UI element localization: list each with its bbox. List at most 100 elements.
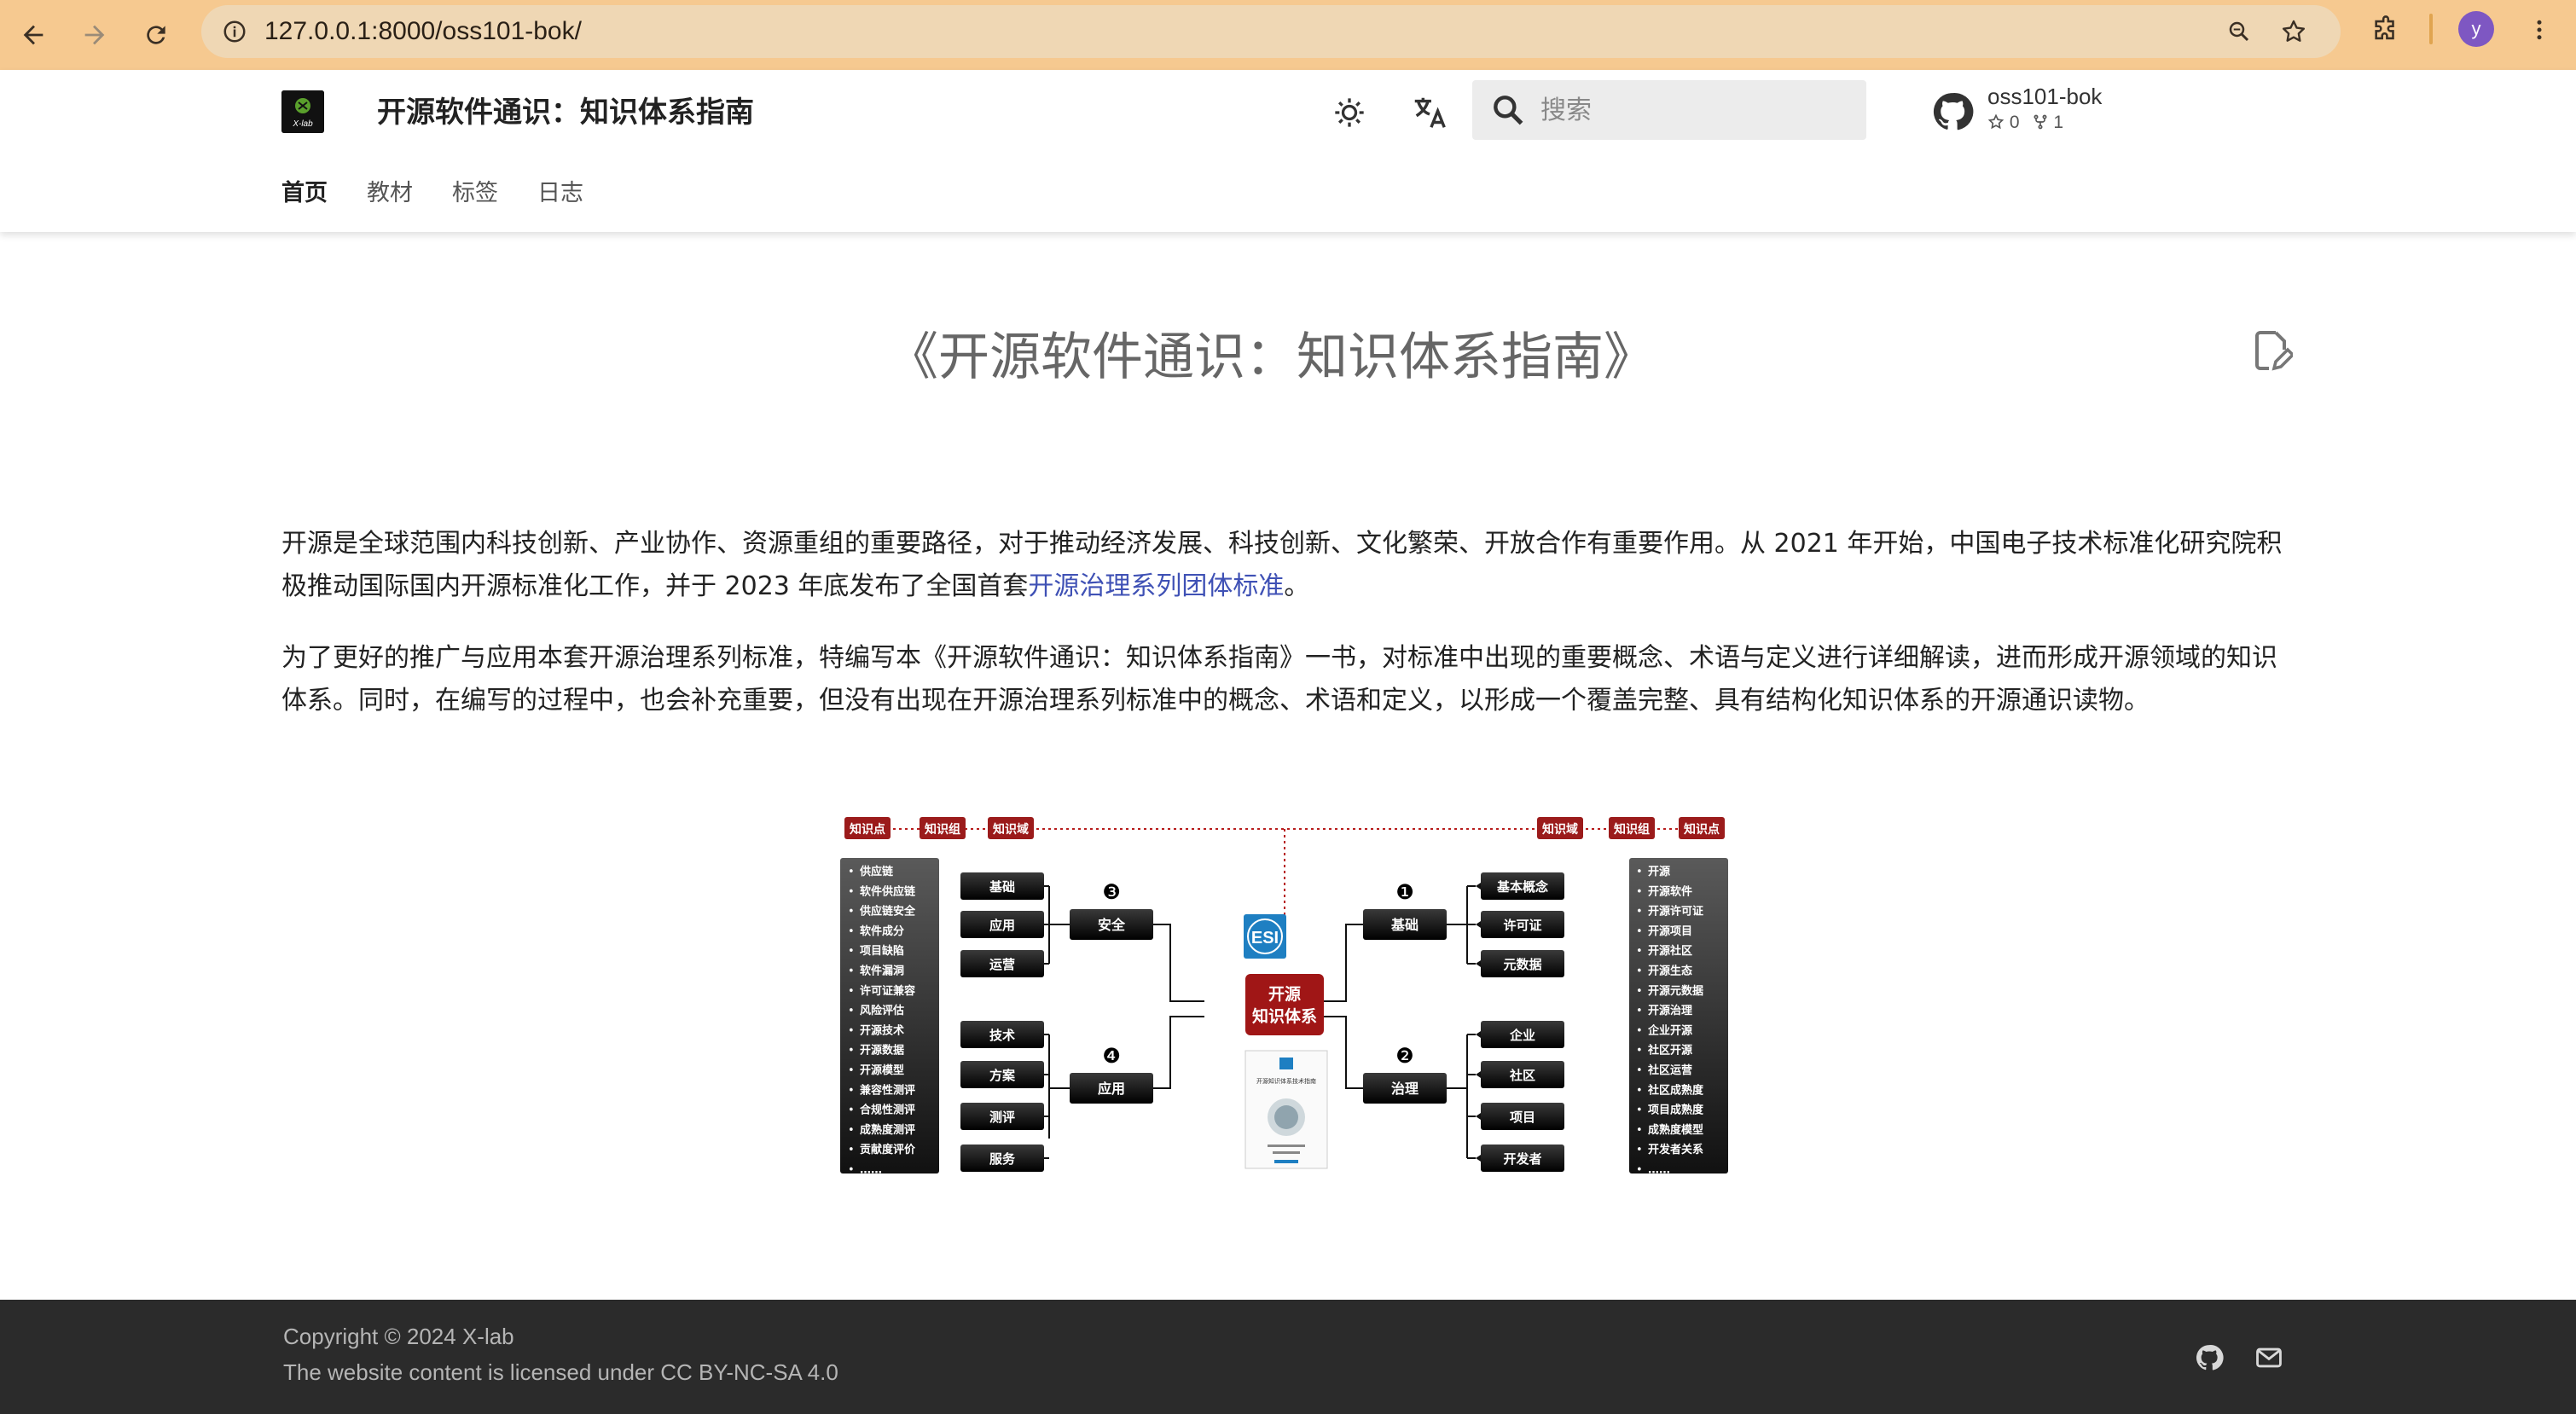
knowledge-point-bullet: •	[848, 1005, 855, 1017]
language-button[interactable]	[1404, 87, 1455, 138]
knowledge-point-bullet: •	[848, 1104, 855, 1117]
knowledge-point: 供应链	[859, 865, 894, 878]
bookmark-button[interactable]	[2276, 14, 2312, 49]
knowledge-point-bullet: •	[1636, 1164, 1643, 1177]
knowledge-point: 开源	[1648, 865, 1670, 878]
forward-button[interactable]	[70, 10, 119, 60]
knowledge-point-bullet: •	[1636, 1005, 1643, 1017]
knowledge-point: 社区开源	[1647, 1044, 1692, 1058]
address-bar[interactable]: 127.0.0.1:8000/oss101-bok/	[201, 5, 2341, 58]
knowledge-point: 开源许可证	[1648, 905, 1703, 919]
header-tag-label: 知识组	[925, 822, 960, 837]
zoom-icon	[2229, 21, 2249, 42]
edit-page-button[interactable]	[2252, 329, 2295, 374]
reload-button[interactable]	[131, 10, 181, 60]
knowledge-point-bullet: •	[1636, 985, 1643, 998]
knowledge-point-bullet: •	[1636, 945, 1643, 958]
knowledge-point-bullet: •	[1636, 1024, 1643, 1037]
toolbar-divider	[2429, 14, 2433, 44]
fork-count: 1	[2053, 113, 2064, 132]
repo-name: oss101-bok	[1987, 84, 2103, 109]
search-input[interactable]	[1540, 80, 1848, 140]
tab-changelog[interactable]: 日志	[537, 174, 583, 207]
search-box[interactable]	[1472, 80, 1866, 140]
copyright-text: Copyright © 2024 X-lab	[283, 1324, 514, 1349]
group-label: 服务	[989, 1151, 1016, 1167]
tab-textbook[interactable]: 教材	[367, 174, 413, 207]
knowledge-point: 开源数据	[860, 1044, 904, 1058]
extensions-button[interactable]	[2368, 12, 2404, 48]
site-logo[interactable]: X-lab	[281, 90, 324, 133]
knowledge-point-bullet: •	[1636, 1124, 1643, 1137]
knowledge-point: 开源技术	[860, 1023, 904, 1037]
knowledge-point-bullet: •	[848, 965, 855, 978]
domain-number: ❹	[1102, 1044, 1121, 1068]
url-text[interactable]: 127.0.0.1:8000/oss101-bok/	[264, 17, 582, 46]
zoom-button[interactable]	[2221, 14, 2257, 49]
domain-number: ❷	[1395, 1044, 1414, 1068]
knowledge-point: 软件漏洞	[860, 965, 904, 978]
menu-button[interactable]	[2521, 12, 2557, 48]
tab-tags[interactable]: 标签	[452, 174, 498, 207]
knowledge-point: 开源社区	[1648, 944, 1692, 958]
page-title: 《开源软件通识：知识体系指南》	[887, 327, 1655, 387]
knowledge-point-bullet: •	[848, 1024, 855, 1037]
knowledge-point-bullet: •	[848, 1064, 855, 1077]
back-button[interactable]	[9, 10, 58, 60]
reload-icon	[147, 26, 165, 44]
knowledge-point-bullet: •	[1636, 866, 1643, 878]
knowledge-system-diagram: 知识点 知识组 知识域 知识域 知识组 知识点 • 供应链 • 软件供应链 • 供应链安全 • 软件成分…	[840, 817, 1728, 1177]
knowledge-point-bullet: •	[1636, 1104, 1643, 1117]
site-footer: Copyright © 2024 X-lab The website conte…	[0, 1300, 2576, 1414]
star-icon	[2282, 20, 2306, 42]
knowledge-point-bullet: •	[848, 1084, 855, 1097]
knowledge-point-bullet: •	[1636, 965, 1643, 978]
group-label: 基本概念	[1496, 879, 1548, 895]
site-info-button[interactable]	[215, 12, 254, 51]
knowledge-point: 开发者关系	[1648, 1143, 1703, 1156]
knowledge-point: 许可证兼容	[860, 984, 915, 998]
knowledge-point-bullet: •	[1636, 925, 1643, 938]
arrow-right-icon	[84, 25, 105, 45]
profile-avatar[interactable]: y	[2458, 11, 2494, 47]
knowledge-point-bullet: •	[1636, 1144, 1643, 1156]
knowledge-point: 合规性测评	[860, 1104, 915, 1117]
knowledge-point: 贡献度评价	[860, 1143, 916, 1156]
knowledge-point: 软件成分	[860, 924, 904, 938]
site-title[interactable]: 开源软件通识：知识体系指南	[377, 89, 754, 130]
kebab-menu-icon	[2537, 20, 2542, 40]
tab-home[interactable]: 首页	[281, 174, 328, 207]
knowledge-point-bullet: •	[848, 1144, 855, 1156]
group-label: 企业	[1509, 1028, 1535, 1043]
footer-github-link[interactable]	[2190, 1339, 2228, 1376]
main-nav-tabs: 首页 教材 标签 日志	[281, 174, 583, 207]
knowledge-point: 项目缺陷	[860, 944, 904, 958]
knowledge-point: 兼容性测评	[860, 1083, 915, 1097]
header-tag-label: 知识域	[993, 822, 1029, 837]
knowledge-point-bullet: •	[848, 945, 855, 958]
theme-toggle-button[interactable]	[1324, 87, 1375, 138]
book-title: 开源知识体系技术指南	[1256, 1077, 1316, 1085]
knowledge-point-bullet: •	[1636, 1084, 1643, 1097]
center-line2: 知识体系	[1252, 1006, 1317, 1026]
standards-link[interactable]: 开源治理系列团体标准	[1028, 571, 1284, 601]
knowledge-point: 企业开源	[1647, 1023, 1692, 1037]
group-label: 社区	[1509, 1068, 1535, 1083]
brightness-icon	[1335, 98, 1364, 127]
group-label: 方案	[989, 1068, 1016, 1083]
knowledge-point: 开源软件	[1648, 884, 1692, 898]
knowledge-point: 风险评估	[860, 1004, 904, 1017]
knowledge-point: 社区成熟度	[1647, 1083, 1704, 1097]
repo-stars: 0	[1987, 113, 2020, 133]
group-label: 运营	[989, 957, 1015, 972]
knowledge-point: 成熟度模型	[1648, 1123, 1703, 1137]
domain-label: 安全	[1098, 917, 1126, 933]
domain-label: 应用	[1098, 1081, 1125, 1097]
footer-email-link[interactable]	[2250, 1339, 2288, 1376]
knowledge-point-bullet: •	[848, 885, 855, 898]
github-icon	[2196, 1345, 2224, 1371]
license-text: The website content is licensed under CC…	[283, 1359, 838, 1385]
group-label: 项目	[1510, 1110, 1535, 1125]
knowledge-point-bullet: •	[1636, 906, 1643, 919]
arrow-left-icon	[23, 25, 44, 45]
